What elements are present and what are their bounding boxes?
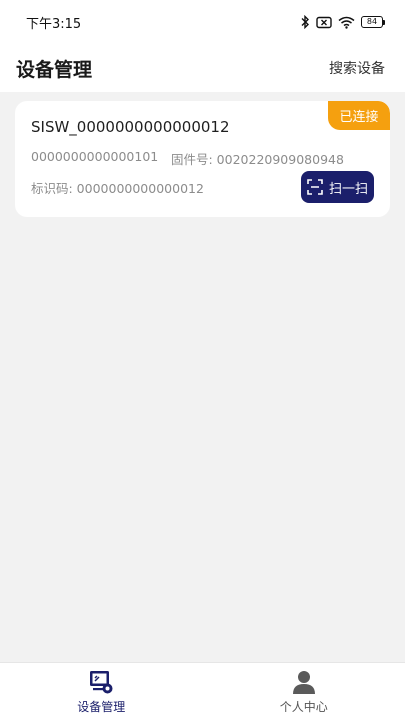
device-card[interactable]: 已连接 SISW_0000000000000012 00000000000001… <box>15 101 390 217</box>
status-icons: 84 <box>300 15 385 29</box>
tab-personal-center[interactable]: 个人中心 <box>203 663 405 720</box>
scan-icon <box>307 179 323 195</box>
header: 设备管理 搜索设备 <box>0 44 405 92</box>
scan-button-label: 扫一扫 <box>328 181 368 197</box>
page-title: 设备管理 <box>16 58 93 81</box>
scan-button[interactable]: 扫一扫 <box>301 171 374 203</box>
device-serial: 0000000000000101 <box>31 149 159 164</box>
tab-device-manage-label: 设备管理 <box>77 700 126 714</box>
battery-icon: 84 <box>361 16 385 28</box>
device-firmware: 固件号: 0020220909080948 <box>171 152 344 167</box>
status-time: 下午3:15 <box>26 16 82 32</box>
connection-status-badge: 已连接 <box>328 101 390 130</box>
tab-personal-center-label: 个人中心 <box>279 700 328 714</box>
wifi-icon <box>338 16 355 29</box>
no-sim-icon <box>316 16 332 28</box>
battery-level: 84 <box>361 16 383 28</box>
tab-device-manage[interactable]: 设备管理 <box>0 663 203 720</box>
device-identifier: 标识码: 0000000000000012 <box>31 181 204 196</box>
bottom-tab-bar: 设备管理 个人中心 <box>0 662 405 720</box>
device-name: SISW_0000000000000012 <box>31 118 230 136</box>
person-icon <box>292 671 315 694</box>
bluetooth-icon <box>301 15 309 29</box>
status-bar: 下午3:15 84 <box>0 0 405 44</box>
device-manage-icon <box>90 671 113 694</box>
search-device-button[interactable]: 搜索设备 <box>329 58 385 78</box>
